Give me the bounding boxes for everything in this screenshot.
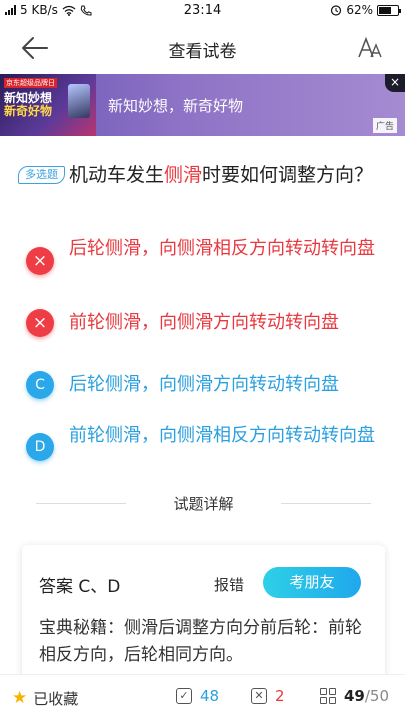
question-text-before: 机动车发生 bbox=[69, 164, 165, 186]
status-bar: 5 KB/s 23:14 62% bbox=[0, 0, 405, 22]
page-title: 查看试卷 bbox=[168, 42, 237, 62]
cross-box-icon: ✕ bbox=[251, 688, 267, 704]
ad-text: 新知妙想，新奇好物 bbox=[108, 97, 244, 115]
question-text-after: 时要如何调整方向？ bbox=[202, 164, 374, 186]
wrong-mark-icon: × bbox=[26, 247, 54, 275]
ad-close-icon[interactable]: × bbox=[385, 74, 405, 92]
question-type-badge: 多选题 bbox=[18, 166, 65, 184]
quiz-friend-button[interactable]: 考朋友 bbox=[263, 567, 361, 598]
option-d-marker: D bbox=[26, 433, 54, 461]
ad-thumb-line2: 新奇好物 bbox=[4, 104, 53, 118]
favorite-button[interactable]: ★ 已收藏 bbox=[12, 688, 78, 709]
battery-icon bbox=[377, 4, 401, 16]
progress-text: 49/50 bbox=[344, 687, 389, 705]
ad-thumb-device-image bbox=[68, 84, 90, 118]
tips-text: 宝典秘籍：侧滑后调整方向分前后轮：前轮相反方向，后轮相同方向。 bbox=[39, 615, 371, 669]
app-header: 查看试卷 bbox=[0, 22, 405, 74]
option-c-marker: C bbox=[26, 371, 54, 399]
status-right: 62% bbox=[330, 3, 401, 17]
option-b[interactable]: × 前轮侧滑，向侧滑方向转动转向盘 bbox=[26, 309, 376, 337]
question-text: 多选题 机动车发生侧滑时要如何调整方向？ bbox=[18, 161, 390, 189]
answer-text: 答案 C、D bbox=[39, 577, 121, 597]
tips-title: 宝典秘籍： bbox=[39, 618, 124, 638]
report-error-button[interactable]: 报错 bbox=[214, 574, 244, 595]
option-d-text: 前轮侧滑，向侧滑相反方向转动转向盘 bbox=[69, 425, 375, 446]
option-c[interactable]: C 后轮侧滑，向侧滑方向转动转向盘 bbox=[26, 371, 376, 399]
font-size-icon[interactable] bbox=[357, 36, 383, 60]
option-a-text: 后轮侧滑，向侧滑相反方向转动转向盘 bbox=[69, 238, 375, 259]
option-c-text: 后轮侧滑，向侧滑方向转动转向盘 bbox=[69, 374, 339, 395]
wrong-count-value: 2 bbox=[275, 687, 285, 705]
explanation-card: 答案 C、D 报错 考朋友 宝典秘籍：侧滑后调整方向分前后轮：前轮相反方向，后轮… bbox=[22, 545, 385, 680]
correct-count-value: 48 bbox=[200, 687, 220, 705]
progress-total: /50 bbox=[364, 687, 390, 705]
divider-line-right bbox=[281, 503, 371, 504]
option-a[interactable]: × 后轮侧滑，向侧滑相反方向转动转向盘 bbox=[26, 237, 376, 287]
ad-banner[interactable]: 京东超级品牌日 新知妙想 新奇好物 新知妙想，新奇好物 广告 × bbox=[0, 74, 405, 136]
check-box-icon: ✓ bbox=[176, 688, 192, 704]
option-b-text: 前轮侧滑，向侧滑方向转动转向盘 bbox=[69, 312, 339, 333]
battery-percent: 62% bbox=[346, 3, 373, 17]
wrong-mark-icon: × bbox=[26, 309, 54, 337]
question-index[interactable]: 49/50 bbox=[320, 687, 389, 705]
grid-icon bbox=[320, 688, 336, 704]
correct-count[interactable]: ✓ 48 bbox=[176, 687, 219, 705]
alarm-icon bbox=[331, 5, 342, 16]
ad-thumbnail: 京东超级品牌日 新知妙想 新奇好物 bbox=[0, 74, 96, 136]
wrong-count[interactable]: ✕ 2 bbox=[251, 687, 285, 705]
ad-label: 广告 bbox=[372, 118, 397, 133]
ad-thumb-tag: 京东超级品牌日 bbox=[4, 78, 57, 88]
option-d[interactable]: D 前轮侧滑，向侧滑相反方向转动转向盘 bbox=[26, 424, 376, 474]
star-icon: ★ bbox=[12, 688, 28, 708]
question-keyword: 侧滑 bbox=[164, 164, 203, 186]
bottom-bar: ★ 已收藏 ✓ 48 ✕ 2 49/50 bbox=[0, 674, 405, 720]
favorite-label: 已收藏 bbox=[33, 690, 79, 708]
detail-divider: 试题详解 bbox=[36, 491, 371, 515]
progress-current: 49 bbox=[344, 687, 365, 705]
